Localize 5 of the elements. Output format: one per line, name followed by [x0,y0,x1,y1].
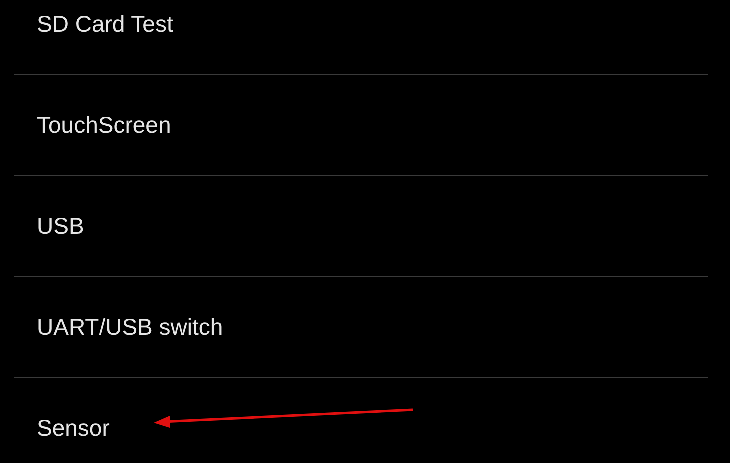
menu-item[interactable]: Sensor [14,414,110,442]
menu-item[interactable]: SD Card Test [14,10,174,38]
menu-item[interactable]: TouchScreen [14,112,172,138]
menu-item[interactable]: UART/USB switch [14,314,224,340]
menu-item[interactable]: USB [14,212,84,240]
